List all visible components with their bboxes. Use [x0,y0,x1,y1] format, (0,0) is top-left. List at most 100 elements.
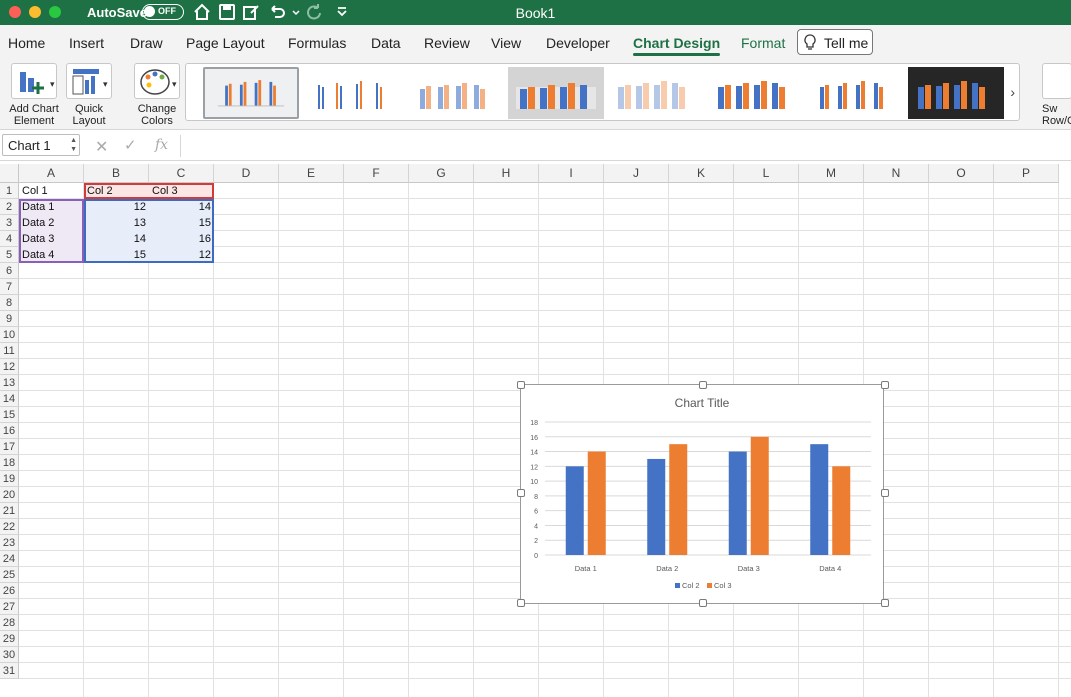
insert-function-icon[interactable]: fx [155,137,168,153]
row-header-10[interactable]: 10 [0,327,19,343]
column-header-h[interactable]: H [474,164,539,183]
data-cell[interactable]: 12 [149,247,214,263]
column-header-j[interactable]: J [604,164,669,183]
resize-handle[interactable] [881,599,889,607]
row-header-23[interactable]: 23 [0,535,19,551]
resize-handle[interactable] [517,599,525,607]
name-box[interactable]: Chart 1 ▲ ▼ [2,134,80,156]
column-header-l[interactable]: L [734,164,799,183]
edit-icon[interactable] [242,3,260,21]
resize-handle[interactable] [699,381,707,389]
name-box-stepper-icon[interactable]: ▲ ▼ [70,136,77,154]
row-header-29[interactable]: 29 [0,631,19,647]
chart-style-8[interactable] [908,67,1004,119]
resize-handle[interactable] [517,381,525,389]
tab-page-layout[interactable]: Page Layout [186,35,265,51]
tab-insert[interactable]: Insert [69,35,104,51]
row-header-22[interactable]: 22 [0,519,19,535]
data-cell[interactable]: 15 [84,247,149,263]
chart-style-5[interactable] [608,67,704,119]
tab-data[interactable]: Data [371,35,401,51]
tab-format[interactable]: Format [741,35,785,51]
minimize-window-button[interactable] [29,6,41,18]
row-header-8[interactable]: 8 [0,295,19,311]
autosave-toggle[interactable]: OFF [142,4,184,20]
zoom-window-button[interactable] [49,6,61,18]
row-header-27[interactable]: 27 [0,599,19,615]
switch-row-column-button[interactable]: Sw Row/C [1042,63,1071,127]
row-header-9[interactable]: 9 [0,311,19,327]
tab-home[interactable]: Home [8,35,45,51]
data-cell[interactable]: Data 4 [19,247,84,263]
header-cell[interactable]: Col 2 [84,183,149,199]
add-chart-element-button[interactable]: ▾ Add Chart Element [6,63,62,127]
column-header-e[interactable]: E [279,164,344,183]
row-header-20[interactable]: 20 [0,487,19,503]
row-header-25[interactable]: 25 [0,567,19,583]
data-cell[interactable]: 16 [149,231,214,247]
column-header-m[interactable]: M [799,164,864,183]
column-header-n[interactable]: N [864,164,929,183]
tab-chart-design[interactable]: Chart Design [633,35,721,56]
tab-view[interactable]: View [491,35,521,51]
home-icon[interactable] [193,3,211,21]
quick-layout-button[interactable]: ▾ Quick Layout [64,63,114,127]
gallery-next-icon[interactable]: › [1010,84,1015,100]
row-header-15[interactable]: 15 [0,407,19,423]
tab-review[interactable]: Review [424,35,470,51]
cancel-icon[interactable]: ✕ [95,137,108,157]
data-cell[interactable]: 13 [84,215,149,231]
row-header-5[interactable]: 5 [0,247,19,263]
data-cell[interactable]: Data 1 [19,199,84,215]
chart-style-6[interactable] [708,67,804,119]
customize-toolbar-icon[interactable] [333,3,347,21]
header-cell[interactable]: Col 1 [19,183,84,199]
chart-style-4[interactable] [508,67,604,119]
header-cell[interactable]: Col 3 [149,183,214,199]
column-header-b[interactable]: B [84,164,149,183]
column-header-g[interactable]: G [409,164,474,183]
row-header-13[interactable]: 13 [0,375,19,391]
row-header-30[interactable]: 30 [0,647,19,663]
column-header-i[interactable]: I [539,164,604,183]
resize-handle[interactable] [699,599,707,607]
data-cell[interactable]: 14 [149,199,214,215]
row-header-7[interactable]: 7 [0,279,19,295]
row-header-28[interactable]: 28 [0,615,19,631]
column-header-k[interactable]: K [669,164,734,183]
row-header-6[interactable]: 6 [0,263,19,279]
chart-style-3[interactable] [406,67,502,119]
change-colors-button[interactable]: ▾ Change Colors [132,63,182,127]
row-header-31[interactable]: 31 [0,663,19,679]
data-cell[interactable]: 15 [149,215,214,231]
data-cell[interactable]: 12 [84,199,149,215]
row-header-14[interactable]: 14 [0,391,19,407]
column-header-c[interactable]: C [149,164,214,183]
column-header-p[interactable]: P [994,164,1059,183]
select-all-corner[interactable] [0,164,19,183]
chart-object[interactable]: Chart Title 0 2 4 6 8 10 12 14 16 18 Data 1 Data 2 Da… [517,381,889,607]
save-icon[interactable] [218,3,236,21]
tell-me-search[interactable]: Tell me [797,29,873,55]
resize-handle[interactable] [881,489,889,497]
tab-developer[interactable]: Developer [546,35,610,51]
chart-style-7[interactable] [808,67,904,119]
resize-handle[interactable] [517,489,525,497]
row-header-16[interactable]: 16 [0,423,19,439]
row-header-21[interactable]: 21 [0,503,19,519]
undo-icon[interactable] [268,3,286,21]
row-header-1[interactable]: 1 [0,183,19,199]
tab-draw[interactable]: Draw [130,35,163,51]
row-header-24[interactable]: 24 [0,551,19,567]
data-cell[interactable]: 14 [84,231,149,247]
row-header-12[interactable]: 12 [0,359,19,375]
row-header-11[interactable]: 11 [0,343,19,359]
row-header-19[interactable]: 19 [0,471,19,487]
row-header-4[interactable]: 4 [0,231,19,247]
data-cell[interactable]: Data 2 [19,215,84,231]
resize-handle[interactable] [881,381,889,389]
undo-dropdown-icon[interactable] [287,3,300,21]
column-header-f[interactable]: F [344,164,409,183]
column-header-o[interactable]: O [929,164,994,183]
close-window-button[interactable] [9,6,21,18]
